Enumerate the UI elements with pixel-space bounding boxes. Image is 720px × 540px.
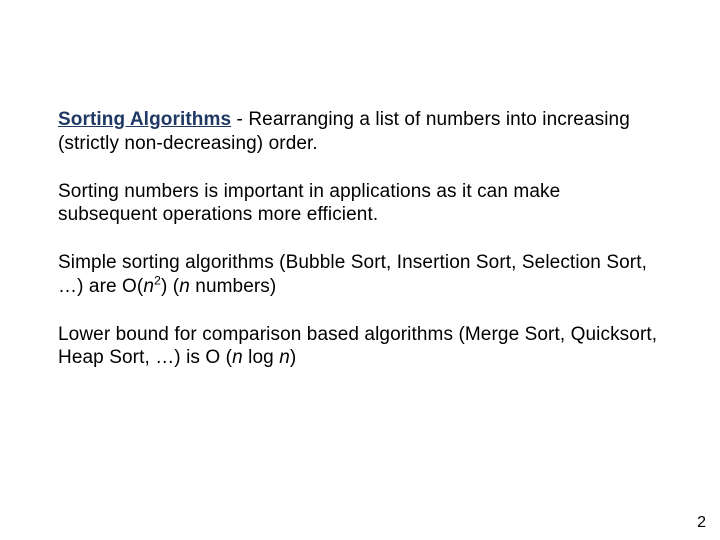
paragraph-4: Lower bound for comparison based algorit… xyxy=(58,323,662,371)
paragraph-4-prefix: Lower bound for comparison based algorit… xyxy=(58,324,657,369)
var-n-2: n xyxy=(179,276,190,297)
heading-sorting-algorithms: Sorting Algorithms xyxy=(58,109,231,130)
paragraph-4-suffix: ) xyxy=(290,347,296,368)
var-n-3: n xyxy=(232,347,243,368)
paragraph-3: Simple sorting algorithms (Bubble Sort, … xyxy=(58,251,662,299)
paragraph-3-suffix: numbers) xyxy=(190,276,276,297)
slide: Sorting Algorithms - Rearranging a list … xyxy=(0,0,720,540)
page-number: 2 xyxy=(697,514,706,532)
var-n-4: n xyxy=(279,347,290,368)
log-text: log xyxy=(243,347,279,368)
paragraph-1: Sorting Algorithms - Rearranging a list … xyxy=(58,108,662,156)
paragraph-3-mid: ) ( xyxy=(161,276,179,297)
paragraph-2: Sorting numbers is important in applicat… xyxy=(58,180,662,228)
var-n: n xyxy=(143,276,154,297)
exponent-2: 2 xyxy=(154,273,161,287)
